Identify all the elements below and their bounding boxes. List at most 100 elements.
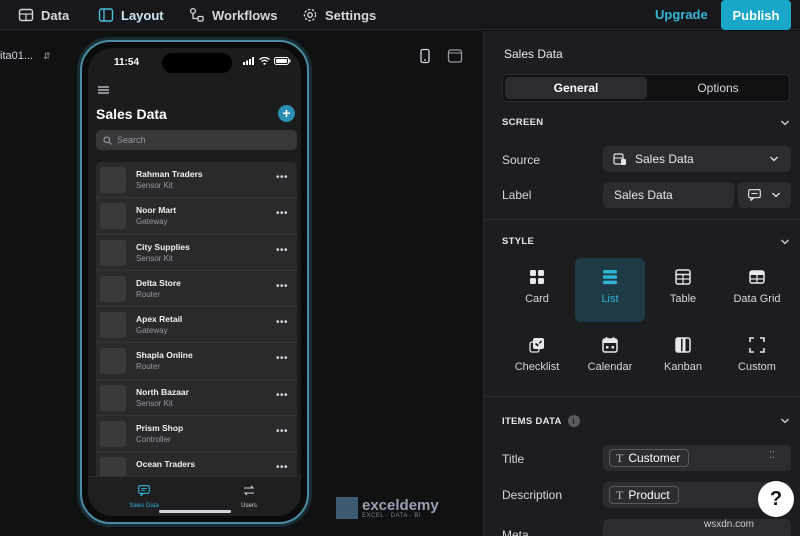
signal-icon <box>243 57 254 65</box>
style-table[interactable]: Table <box>648 258 718 322</box>
label-type-picker[interactable] <box>738 182 791 208</box>
tab-general[interactable]: General <box>505 77 647 99</box>
tab-options[interactable]: Options <box>647 77 789 99</box>
source-label: Source <box>502 153 541 167</box>
publish-button[interactable]: Publish <box>721 0 791 30</box>
list-item[interactable]: North Bazaar Sensor Kit ••• <box>96 380 297 417</box>
product-column-chip[interactable]: T Product <box>609 486 679 504</box>
style-card[interactable]: Card <box>502 258 572 322</box>
data-grid-icon <box>749 270 765 284</box>
layout-icon <box>98 8 114 22</box>
more-options-icon[interactable]: ••• <box>276 245 288 256</box>
item-title: Noor Mart <box>136 205 177 216</box>
help-button[interactable]: ? <box>758 481 794 517</box>
item-subtitle: Controller <box>136 435 171 445</box>
source-value: Sales Data <box>635 152 694 166</box>
meta-field[interactable] <box>603 519 791 536</box>
tab-sales-data[interactable]: Sales Data <box>114 483 174 509</box>
item-thumbnail <box>100 348 126 375</box>
nav-settings[interactable]: Settings <box>302 0 376 30</box>
style-data-grid[interactable]: Data Grid <box>722 258 792 322</box>
search-input[interactable]: Search <box>96 130 297 150</box>
table-icon <box>18 8 34 22</box>
chevron-down-icon[interactable] <box>780 237 790 247</box>
nav-data[interactable]: Data <box>18 0 69 30</box>
style-table-label: Table <box>669 293 697 305</box>
style-list[interactable]: List <box>575 258 645 322</box>
style-checklist[interactable]: Checklist <box>502 326 572 390</box>
gear-icon <box>303 8 317 22</box>
screen-title: Sales Data <box>96 106 167 122</box>
menu-icon[interactable] <box>98 86 109 94</box>
screen-selector[interactable]: ita01... ⇵ <box>0 50 51 62</box>
nav-settings-label: Settings <box>325 7 377 23</box>
info-icon[interactable]: i <box>567 415 580 427</box>
description-value: Product <box>628 488 670 502</box>
item-title: North Bazaar <box>136 386 189 397</box>
style-custom[interactable]: Custom <box>722 326 792 390</box>
chevron-down-icon[interactable] <box>780 416 790 426</box>
question-mark-icon: ? <box>769 487 783 510</box>
plus-icon: + <box>282 105 291 121</box>
style-kanban[interactable]: Kanban <box>648 326 718 390</box>
more-options-icon[interactable]: ••• <box>276 353 288 364</box>
list-item[interactable]: City Supplies Sensor Kit ••• <box>96 235 297 271</box>
nav-layout[interactable]: Layout <box>98 0 164 30</box>
more-options-icon[interactable]: ••• <box>276 208 288 219</box>
item-title: Apex Retail <box>136 314 183 325</box>
label-input[interactable]: Sales Data <box>603 182 734 208</box>
more-options-icon[interactable]: ••• <box>276 462 288 473</box>
customer-column-chip[interactable]: T Customer <box>609 449 690 467</box>
more-options-icon[interactable]: ••• <box>276 426 288 437</box>
title-value: Customer <box>628 451 681 465</box>
meta-label: Meta <box>502 528 529 536</box>
nav-workflows[interactable]: Workflows <box>189 0 278 30</box>
title-label: Title <box>502 452 525 466</box>
more-options-icon[interactable]: ••• <box>276 317 288 328</box>
swap-arrows-icon <box>243 485 255 496</box>
item-subtitle: Sensor Kit <box>136 253 173 263</box>
style-section-header[interactable]: STYLE <box>502 236 534 247</box>
list-item[interactable]: Delta Store Router ••• <box>96 271 297 308</box>
item-title: Delta Store <box>136 277 181 288</box>
more-options-icon[interactable]: ••• <box>276 390 288 401</box>
search-icon <box>103 135 112 145</box>
style-card-label: Card <box>525 293 549 305</box>
chevron-down-icon[interactable] <box>780 118 790 128</box>
screen-section-header[interactable]: SCREEN <box>502 117 543 128</box>
upgrade-link[interactable]: Upgrade <box>655 7 708 22</box>
list-item[interactable]: Prism Shop Controller ••• <box>96 416 297 453</box>
list-item[interactable]: Shapla Online Router ••• <box>96 343 297 380</box>
add-item-button[interactable]: + <box>278 105 295 122</box>
nav-layout-label: Layout <box>121 7 164 23</box>
list-item[interactable]: Noor Mart Gateway ••• <box>96 198 297 235</box>
drag-handle-icon[interactable]: ⁚⁚ <box>769 450 775 461</box>
style-calendar[interactable]: Calendar <box>575 326 645 390</box>
tablet-device-icon[interactable] <box>447 48 463 64</box>
item-thumbnail <box>100 203 126 230</box>
more-options-icon[interactable]: ••• <box>276 281 288 292</box>
item-title: Shapla Online <box>136 350 193 361</box>
source-select[interactable]: Sales Data <box>603 146 791 172</box>
list-item[interactable]: Rahman Traders Sensor Kit ••• <box>96 162 297 199</box>
title-field[interactable]: T Customer ⁚⁚ <box>603 445 791 471</box>
comment-icon <box>748 189 761 201</box>
more-options-icon[interactable]: ••• <box>276 172 288 183</box>
phone-device-icon[interactable] <box>417 48 433 64</box>
style-section-label: STYLE <box>502 236 535 247</box>
item-subtitle: Gateway <box>136 217 168 227</box>
status-bar: 11:54 <box>88 48 301 78</box>
kanban-icon <box>675 337 691 353</box>
item-subtitle: Router <box>136 362 161 372</box>
item-thumbnail <box>100 275 126 302</box>
status-time: 11:54 <box>114 57 140 68</box>
item-title: Ocean Traders <box>136 459 196 470</box>
search-placeholder: Search <box>117 135 146 145</box>
items-data-section-header[interactable]: ITEMS DATA i <box>502 415 580 427</box>
tab-users[interactable]: Users <box>219 483 279 509</box>
status-icons <box>243 57 291 65</box>
phone-screen: 11:54 Sales Data + Search Rahman Traders… <box>88 48 301 516</box>
panel-title: Sales Data <box>504 47 563 61</box>
label-value: Sales Data <box>614 188 673 202</box>
list-item[interactable]: Apex Retail Gateway ••• <box>96 307 297 344</box>
